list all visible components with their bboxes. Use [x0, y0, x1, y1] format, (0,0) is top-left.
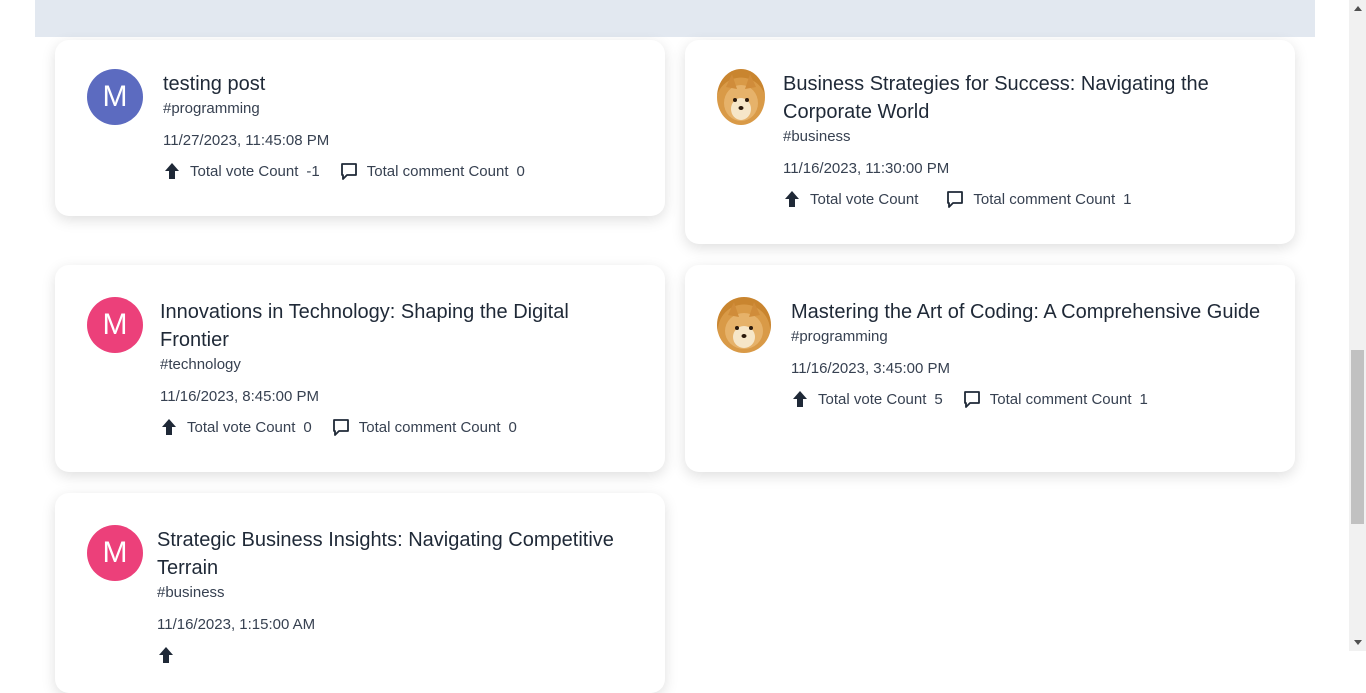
post-stats — [157, 646, 647, 664]
post-card[interactable]: M Innovations in Technology: Shaping the… — [55, 265, 665, 472]
post-card[interactable]: M Strategic Business Insights: Navigatin… — [55, 493, 665, 693]
avatar — [717, 297, 771, 353]
post-title[interactable]: testing post — [163, 70, 643, 98]
arrow-up-icon — [159, 647, 173, 663]
post-tag[interactable]: #business — [157, 582, 647, 604]
post-card[interactable]: Mastering the Art of Coding: A Comprehen… — [685, 265, 1295, 472]
vote-stat[interactable]: Total vote Count -1 — [163, 162, 320, 180]
comment-stat[interactable]: Total comment Count 0 — [340, 162, 525, 180]
arrow-up-icon — [165, 163, 179, 179]
arrow-up-icon — [793, 391, 807, 407]
vertical-scrollbar[interactable] — [1349, 0, 1366, 651]
arrow-up-icon — [162, 419, 176, 435]
vote-stat[interactable]: Total vote Count 5 — [791, 390, 943, 408]
post-stats: Total vote Count 5 Total comment Count 1 — [791, 390, 1271, 408]
comment-stat[interactable]: Total comment Count 1 — [963, 390, 1148, 408]
vote-count: 5 — [934, 390, 943, 408]
vote-count: 0 — [303, 418, 312, 436]
comment-label: Total comment Count — [358, 418, 501, 436]
scroll-down-icon[interactable] — [1354, 640, 1362, 645]
comment-icon — [947, 191, 964, 208]
comment-label: Total comment Count — [973, 190, 1116, 208]
post-card[interactable]: Business Strategies for Success: Navigat… — [685, 40, 1295, 244]
comment-stat[interactable]: Total comment Count 1 — [946, 190, 1131, 208]
dog-avatar-icon — [724, 74, 758, 121]
arrow-up-icon — [785, 191, 799, 207]
vote-label: Total vote Count — [187, 418, 296, 436]
header-band — [35, 0, 1315, 37]
post-card[interactable]: M testing post #programming 11/27/2023, … — [55, 40, 665, 216]
comment-icon — [340, 163, 357, 180]
dog-avatar-icon — [725, 302, 763, 349]
scroll-up-icon[interactable] — [1354, 6, 1362, 11]
comment-label: Total comment Count — [366, 162, 509, 180]
vote-stat[interactable] — [157, 646, 184, 664]
post-stats: Total vote Count Total comment Count 1 — [783, 190, 1273, 208]
comment-count: 0 — [516, 162, 525, 180]
post-tag[interactable]: #business — [783, 126, 1273, 148]
comment-stat[interactable]: Total comment Count 0 — [332, 418, 517, 436]
post-stats: Total vote Count 0 Total comment Count 0 — [160, 418, 640, 436]
comment-icon — [332, 419, 349, 436]
comment-label: Total comment Count — [989, 390, 1132, 408]
avatar: M — [87, 69, 143, 125]
comment-count: 0 — [508, 418, 517, 436]
vote-count: -1 — [306, 162, 320, 180]
post-tag[interactable]: #programming — [163, 98, 643, 120]
post-date: 11/16/2023, 8:45:00 PM — [160, 388, 320, 405]
comment-count: 1 — [1139, 390, 1148, 408]
vote-label: Total vote Count — [190, 162, 299, 180]
avatar: M — [87, 525, 143, 581]
avatar: M — [87, 297, 143, 353]
vote-stat[interactable]: Total vote Count — [783, 190, 926, 208]
scroll-thumb[interactable] — [1351, 350, 1364, 524]
vote-stat[interactable]: Total vote Count 0 — [160, 418, 312, 436]
post-title[interactable]: Business Strategies for Success: Navigat… — [783, 70, 1273, 126]
post-stats: Total vote Count -1 Total comment Count … — [163, 162, 643, 180]
post-tag[interactable]: #programming — [791, 326, 1271, 348]
post-date: 11/27/2023, 11:45:08 PM — [163, 132, 330, 149]
comment-count: 1 — [1123, 190, 1132, 208]
post-title[interactable]: Innovations in Technology: Shaping the D… — [160, 298, 640, 354]
vote-label: Total vote Count — [818, 390, 927, 408]
post-title[interactable]: Mastering the Art of Coding: A Comprehen… — [791, 298, 1271, 326]
comment-icon — [963, 391, 980, 408]
post-title[interactable]: Strategic Business Insights: Navigating … — [157, 526, 647, 582]
avatar — [717, 69, 765, 125]
vote-label: Total vote Count — [810, 190, 919, 208]
post-date: 11/16/2023, 1:15:00 AM — [157, 616, 316, 633]
post-date: 11/16/2023, 3:45:00 PM — [791, 360, 951, 377]
post-tag[interactable]: #technology — [160, 354, 640, 376]
post-date: 11/16/2023, 11:30:00 PM — [783, 160, 950, 177]
